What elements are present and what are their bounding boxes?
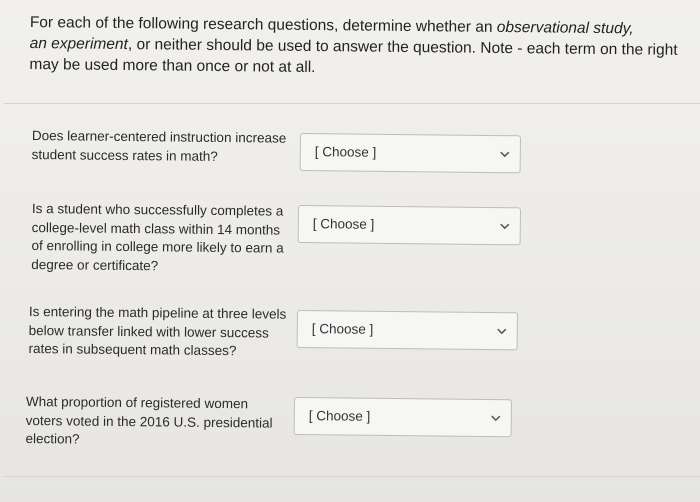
- question-4-line-3: election?: [25, 430, 80, 447]
- question-4-dropdown[interactable]: [ Choose ]: [293, 397, 512, 438]
- question-1-dropdown[interactable]: [ Choose ]: [299, 133, 521, 174]
- quiz-page: For each of the following research quest…: [0, 0, 700, 502]
- question-3-line-1: Is entering the math pipeline at three l…: [28, 303, 287, 322]
- question-4-selected-value: [ Choose ]: [308, 408, 371, 424]
- question-2-line-3: of enrolling in college more likely to e…: [31, 237, 284, 256]
- question-3-dropdown[interactable]: [ Choose ]: [296, 310, 518, 351]
- question-3-selected-value: [ Choose ]: [311, 321, 374, 337]
- question-4: What proportion of registered women vote…: [25, 393, 291, 451]
- question-1: Does learner-centered instruction increa…: [32, 127, 297, 167]
- question-1-line-1: Does learner-centered instruction increa…: [31, 127, 287, 146]
- question-1-selected-value: [ Choose ]: [314, 144, 377, 160]
- prompt-term-experiment: an experiment: [29, 34, 128, 54]
- question-2: Is a student who successfully completes …: [31, 200, 297, 277]
- prompt-line-3-text: may be used more than once or not at all…: [29, 55, 316, 76]
- chevron-down-icon: [497, 328, 507, 335]
- question-2-dropdown[interactable]: [ Choose ]: [297, 205, 521, 246]
- question-4-line-1: What proportion of registered women: [25, 393, 249, 412]
- question-2-line-4: degree or certificate?: [31, 256, 159, 273]
- question-3: Is entering the math pipeline at three l…: [28, 303, 294, 361]
- question-2-selected-value: [ Choose ]: [312, 216, 375, 232]
- question-prompt: For each of the following research quest…: [29, 12, 690, 82]
- prompt-line-1-text: For each of the following research quest…: [29, 13, 497, 36]
- question-3-line-3: rates in subsequent math classes?: [28, 340, 237, 359]
- question-2-line-1: Is a student who successfully completes …: [31, 200, 284, 219]
- prompt-term-observational: observational study,: [496, 18, 634, 38]
- chevron-down-icon: [500, 151, 510, 158]
- chevron-down-icon: [500, 223, 510, 230]
- chevron-down-icon: [491, 415, 501, 422]
- question-1-line-2: student success rates in math?: [31, 146, 218, 164]
